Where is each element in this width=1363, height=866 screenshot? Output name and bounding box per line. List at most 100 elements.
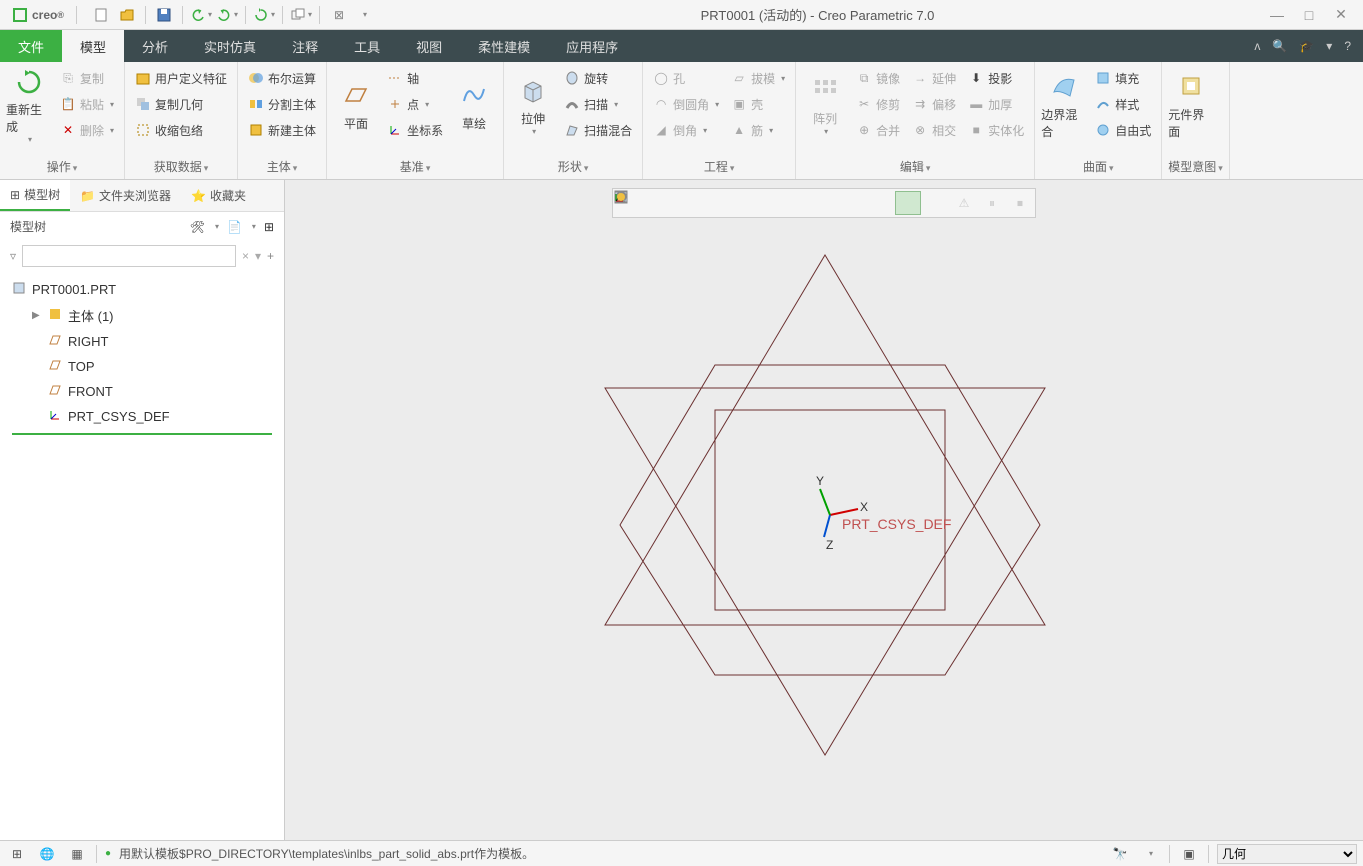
web-icon[interactable]: 🌐 <box>36 844 58 864</box>
tab-model[interactable]: 模型 <box>62 30 124 62</box>
mirror-icon: ⧉ <box>856 70 872 86</box>
search-input[interactable] <box>22 245 236 267</box>
tree-item-csys[interactable]: PRT_CSYS_DEF <box>0 404 284 429</box>
tab-file[interactable]: 文件 <box>0 30 62 62</box>
part-icon <box>12 281 26 298</box>
intersect-button[interactable]: ⊗相交 <box>908 118 960 142</box>
copy-geometry-button[interactable]: 复制几何 <box>131 92 231 116</box>
sketch-button[interactable]: 草绘 <box>451 66 497 144</box>
offset-button[interactable]: ⇉偏移 <box>908 92 960 116</box>
udf-button[interactable]: 用户定义特征 <box>131 66 231 90</box>
find-dd-icon[interactable]: ▾ <box>1139 844 1161 864</box>
point-button[interactable]: 点▾ <box>383 92 447 116</box>
tree-item-bodies[interactable]: ▶主体 (1) <box>0 302 284 329</box>
group-editing: 阵列▾ ⧉镜像 ✂修剪 ⊕合并 →延伸 ⇉偏移 ⊗相交 ⬇投影 ▬加厚 ■实体化… <box>796 62 1035 179</box>
expand-icon[interactable]: ▶ <box>32 310 42 321</box>
mirror-button[interactable]: ⧉镜像 <box>852 66 904 90</box>
side-tab-folder-browser[interactable]: 📁文件夹浏览器 <box>70 180 181 211</box>
tab-tools[interactable]: 工具 <box>336 30 398 62</box>
component-interface-button[interactable]: 元件界面 <box>1168 66 1214 144</box>
main-area: ⊞模型树 📁文件夹浏览器 ⭐收藏夹 模型树 🛠▾ 📄▾ ⊞ ▿ × ▾ + PR… <box>0 180 1363 840</box>
project-button[interactable]: ⬇投影 <box>964 66 1028 90</box>
fill-button[interactable]: 填充 <box>1091 66 1155 90</box>
maximize-button[interactable]: □ <box>1299 5 1319 25</box>
help-icon[interactable]: ? <box>1344 39 1351 53</box>
axis-button[interactable]: 轴 <box>383 66 447 90</box>
insert-here-bar[interactable] <box>12 433 272 435</box>
selection-filter-select[interactable]: 几何 <box>1217 844 1357 864</box>
search-icon[interactable]: 🔍 <box>1272 39 1287 53</box>
round-button[interactable]: ◠倒圆角▾ <box>649 92 723 116</box>
tab-annotate[interactable]: 注释 <box>274 30 336 62</box>
minimize-button[interactable]: — <box>1267 5 1287 25</box>
boolean-icon <box>248 70 264 86</box>
open-button[interactable] <box>115 3 139 27</box>
add-icon[interactable]: + <box>267 249 274 263</box>
close-button[interactable]: ✕ <box>1331 5 1351 25</box>
thicken-button[interactable]: ▬加厚 <box>964 92 1028 116</box>
layers-icon[interactable]: ▦ <box>66 844 88 864</box>
boundary-blend-button[interactable]: 边界混合 <box>1041 66 1087 144</box>
help-dropdown-icon[interactable]: ▾ <box>1326 39 1332 53</box>
pattern-button[interactable]: 阵列▾ <box>802 66 848 144</box>
hole-button[interactable]: ◯孔 <box>649 66 723 90</box>
extrude-button[interactable]: 拉伸▾ <box>510 66 556 144</box>
copy-button[interactable]: ⎘复制 <box>56 66 118 90</box>
new-body-button[interactable]: 新建主体 <box>244 118 320 142</box>
settings-icon[interactable]: 📄 <box>227 220 242 234</box>
regenerate-big-button[interactable]: 重新生成▾ <box>6 66 52 144</box>
sweep-button[interactable]: 扫描▾ <box>560 92 636 116</box>
tab-live-simulation[interactable]: 实时仿真 <box>186 30 274 62</box>
chamfer-button[interactable]: ◢倒角▾ <box>649 118 723 142</box>
extend-button[interactable]: →延伸 <box>908 66 960 90</box>
quick-access-toolbar: ▾ ▾ ▾ ▾ ⊠ ▾ <box>89 3 376 27</box>
tree-root[interactable]: PRT0001.PRT <box>0 277 284 302</box>
search-next-icon[interactable]: ▾ <box>255 249 261 263</box>
grid-icon[interactable]: ⊞ <box>6 844 28 864</box>
shrinkwrap-button[interactable]: 收缩包络 <box>131 118 231 142</box>
tab-flexible-modeling[interactable]: 柔性建模 <box>460 30 548 62</box>
tree-item-front[interactable]: FRONT <box>0 379 284 404</box>
solidify-button[interactable]: ■实体化 <box>964 118 1028 142</box>
clear-search-icon[interactable]: × <box>242 249 249 263</box>
tab-analysis[interactable]: 分析 <box>124 30 186 62</box>
tools-icon[interactable]: 🛠 <box>190 220 205 234</box>
trim-button[interactable]: ✂修剪 <box>852 92 904 116</box>
graphics-canvas[interactable]: + - A ⚠ ⏸ ⏹ <box>285 180 1363 840</box>
ribbon-minimize-icon[interactable]: ʌ <box>1254 39 1260 53</box>
delete-button[interactable]: ✕删除▾ <box>56 118 118 142</box>
tab-applications[interactable]: 应用程序 <box>548 30 636 62</box>
swept-blend-button[interactable]: 扫描混合 <box>560 118 636 142</box>
find-icon[interactable]: 🔭 <box>1109 844 1131 864</box>
regenerate-button[interactable]: ▾ <box>252 3 276 27</box>
side-tab-model-tree[interactable]: ⊞模型树 <box>0 180 70 211</box>
close-window-button[interactable]: ⊠ <box>326 3 350 27</box>
csys-button[interactable]: 坐标系 <box>383 118 447 142</box>
plane-button[interactable]: 平面 <box>333 66 379 144</box>
tree-item-right[interactable]: RIGHT <box>0 329 284 354</box>
filter-tree-icon[interactable]: ⊞ <box>264 220 274 234</box>
paste-button[interactable]: 📋粘贴▾ <box>56 92 118 116</box>
tab-view[interactable]: 视图 <box>398 30 460 62</box>
revolve-button[interactable]: 旋转 <box>560 66 636 90</box>
split-body-button[interactable]: 分割主体 <box>244 92 320 116</box>
style-button[interactable]: 样式 <box>1091 92 1155 116</box>
shell-button[interactable]: ▣壳 <box>727 92 789 116</box>
redo-button[interactable]: ▾ <box>215 3 239 27</box>
selection-filter-icon[interactable]: ▣ <box>1178 844 1200 864</box>
windows-button[interactable]: ▾ <box>289 3 313 27</box>
undo-button[interactable]: ▾ <box>189 3 213 27</box>
merge-button[interactable]: ⊕合并 <box>852 118 904 142</box>
side-tab-favorites[interactable]: ⭐收藏夹 <box>181 180 256 211</box>
learning-icon[interactable]: 🎓 <box>1299 39 1314 53</box>
qat-customize-button[interactable]: ▾ <box>352 3 376 27</box>
draft-button[interactable]: ▱拔模▾ <box>727 66 789 90</box>
paste-icon: 📋 <box>60 96 76 112</box>
rib-button[interactable]: ▲筋▾ <box>727 118 789 142</box>
tree-item-top[interactable]: TOP <box>0 354 284 379</box>
save-button[interactable] <box>152 3 176 27</box>
boolean-button[interactable]: 布尔运算 <box>244 66 320 90</box>
freestyle-button[interactable]: 自由式 <box>1091 118 1155 142</box>
filter-icon[interactable]: ▿ <box>10 249 16 263</box>
new-button[interactable] <box>89 3 113 27</box>
